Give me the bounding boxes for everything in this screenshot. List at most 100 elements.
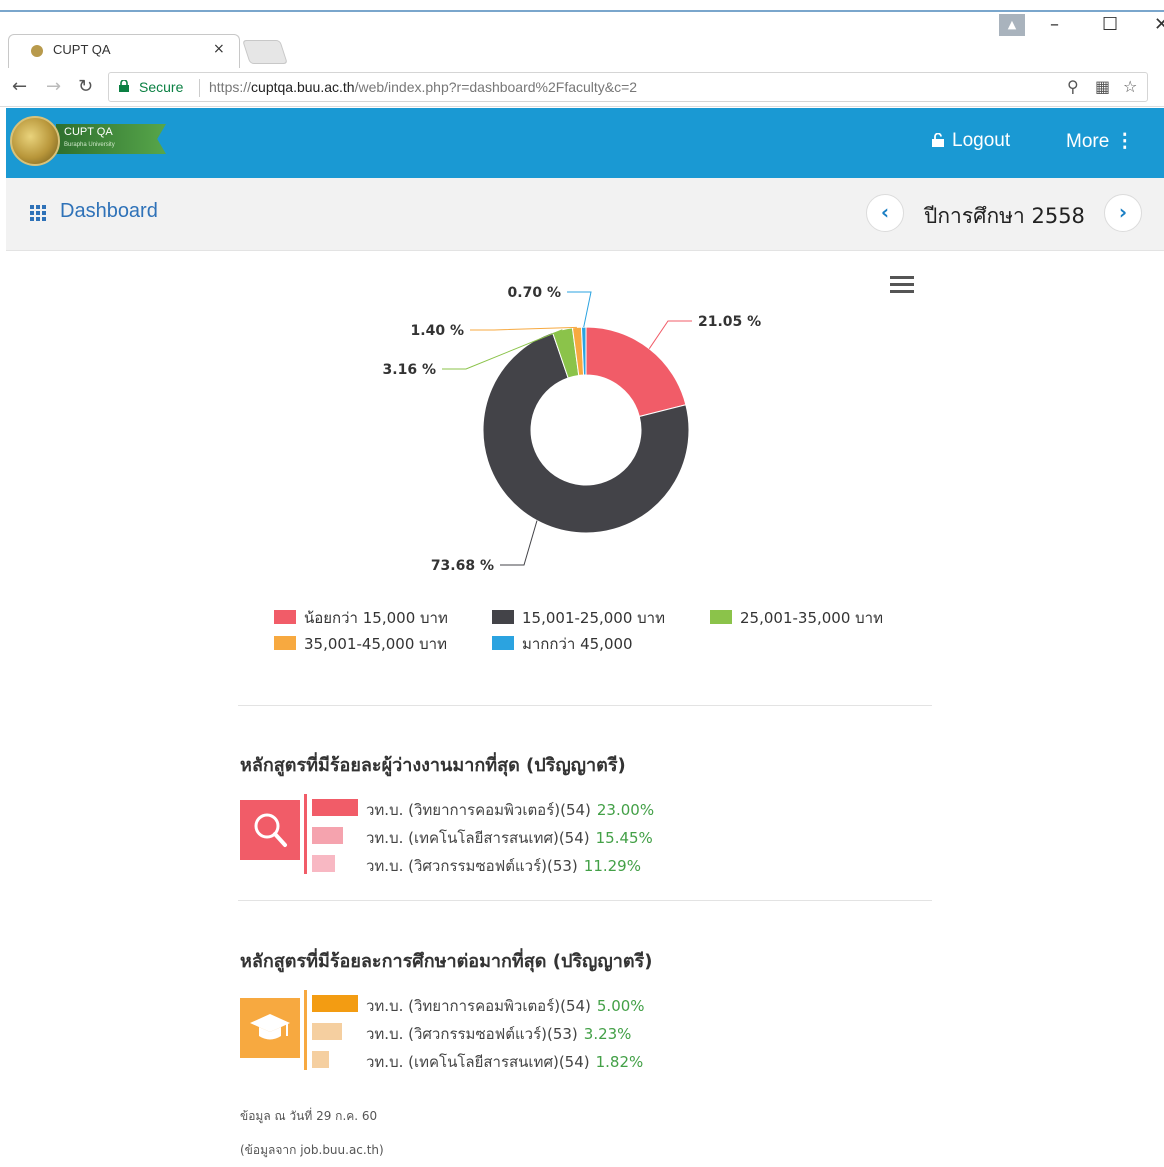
rank-bar	[312, 855, 335, 872]
program-name: วท.บ. (เทคโนโลยีสารสนเทศ)(54)	[366, 829, 590, 847]
bookmark-star-icon[interactable]: ☆	[1123, 77, 1137, 96]
browser-toolbar: ← → ↻ Secure https://cuptqa.buu.ac.th/we…	[0, 68, 1164, 107]
rank-bar	[312, 827, 343, 844]
chart-menu-icon[interactable]	[890, 276, 914, 294]
rank-label: วท.บ. (เทคโนโลยีสารสนเทศ)(54) 1.82%	[366, 1050, 643, 1074]
rank-percent: 15.45%	[595, 829, 653, 847]
legend-item-under-15000[interactable]: น้อยกว่า 15,000 บาท	[274, 606, 448, 630]
university-seal-logo[interactable]	[10, 116, 60, 166]
legend-label: 25,001-35,000 บาท	[740, 609, 883, 627]
data-label: 3.16 %	[383, 362, 436, 378]
legend-swatch	[492, 610, 514, 624]
zoom-icon[interactable]: ⚲	[1067, 77, 1079, 96]
program-name: วท.บ. (วิศวกรรมซอฟต์แวร์)(53)	[366, 1025, 578, 1043]
donut-slice[interactable]	[585, 326, 687, 418]
rank-bar	[312, 1051, 329, 1068]
rank-label: วท.บ. (วิทยาการคอมพิวเตอร์)(54) 5.00%	[366, 994, 645, 1018]
logout-button[interactable]: Logout	[932, 130, 1010, 152]
rank-label: วท.บ. (เทคโนโลยีสารสนเทศ)(54) 15.45%	[366, 826, 653, 850]
rank-bar	[312, 1023, 342, 1040]
legend-item-35001-45000[interactable]: 35,001-45,000 บาท	[274, 632, 447, 656]
legend-label: 15,001-25,000 บาท	[522, 609, 665, 627]
graduation-cap-icon	[240, 998, 300, 1058]
data-label-connector	[567, 291, 592, 328]
logo-text: CUPT QA	[64, 126, 113, 138]
legend-item-15001-25000[interactable]: 15,001-25,000 บาท	[492, 606, 665, 630]
address-bar[interactable]: Secure https://cuptqa.buu.ac.th/web/inde…	[108, 72, 1148, 102]
back-arrow-icon[interactable]: ←	[12, 76, 27, 97]
rank-percent: 23.00%	[596, 801, 655, 819]
address-separator	[199, 79, 200, 97]
more-menu-button[interactable]: More ⋮	[1066, 130, 1134, 153]
legend-swatch	[274, 610, 296, 624]
translate-icon[interactable]: ▦	[1095, 77, 1110, 96]
dashboard-subbar: Dashboard ‹ ปีการศึกษา 2558 ›	[6, 178, 1164, 251]
new-tab-button[interactable]	[242, 40, 288, 64]
rank-percent: 11.29%	[583, 857, 641, 875]
app-navbar: CUPT QA Burapha University Logout More ⋮	[6, 108, 1164, 178]
magnifier-icon	[240, 800, 300, 860]
program-name: วท.บ. (วิทยาการคอมพิวเตอร์)(54)	[366, 997, 591, 1015]
url-path: /web/index.php?r=dashboard%2Ffaculty&c=2	[354, 79, 638, 95]
reload-icon[interactable]: ↻	[78, 76, 93, 97]
forward-arrow-icon[interactable]: →	[46, 76, 61, 97]
unemployment-accent-bar	[304, 794, 307, 874]
window-border	[0, 10, 1164, 12]
rank-percent: 1.82%	[595, 1053, 644, 1071]
chevron-right-icon: ›	[1118, 200, 1128, 224]
tab-close-button[interactable]: ×	[213, 41, 225, 57]
legend-label: น้อยกว่า 15,000 บาท	[304, 609, 448, 627]
close-window-button[interactable]: ✕	[1154, 14, 1164, 35]
more-label: More	[1066, 131, 1110, 152]
user-profile-icon[interactable]: ▲	[999, 14, 1025, 36]
legend-item-over-45000[interactable]: มากกว่า 45,000	[492, 632, 633, 656]
data-label: 73.68 %	[431, 558, 494, 574]
salary-donut-chart: 21.05 % 73.68 % 3.16 % 1.40 % 0.70 %	[383, 285, 762, 574]
data-label: 1.40 %	[411, 323, 464, 339]
legend-label: 35,001-45,000 บาท	[304, 635, 447, 653]
url-text[interactable]: https://cuptqa.buu.ac.th/web/index.php?r…	[209, 79, 637, 95]
logout-label: Logout	[952, 130, 1011, 151]
url-scheme: https://	[209, 79, 252, 95]
program-name: วท.บ. (วิศวกรรมซอฟต์แวร์)(53)	[366, 857, 578, 875]
further-study-section-title: หลักสูตรที่มีร้อยละการศึกษาต่อมากที่สุด …	[240, 951, 653, 972]
maximize-button[interactable]: ☐	[1102, 14, 1118, 35]
program-name: วท.บ. (เทคโนโลยีสารสนเทศ)(54)	[366, 1053, 590, 1071]
rank-percent: 3.23%	[583, 1025, 632, 1043]
rank-percent: 5.00%	[596, 997, 645, 1015]
unemployment-section-title: หลักสูตรที่มีร้อยละผู้ว่างงานมากที่สุด (…	[240, 755, 626, 776]
favicon-icon	[31, 45, 43, 57]
section-divider	[238, 900, 932, 901]
logo-subtext: Burapha University	[64, 142, 115, 148]
grid-icon	[30, 205, 48, 221]
rank-label: วท.บ. (วิทยาการคอมพิวเตอร์)(54) 23.00%	[366, 798, 654, 822]
legend-swatch	[710, 610, 732, 624]
secure-label: Secure	[139, 79, 184, 95]
rank-bar	[312, 799, 358, 816]
dashboard-link[interactable]: Dashboard	[60, 200, 158, 223]
vertical-dots-icon: ⋮	[1115, 131, 1135, 152]
minimize-button[interactable]: –	[1050, 14, 1059, 35]
academic-year-label: ปีการศึกษา 2558	[924, 204, 1085, 228]
unlock-icon	[932, 133, 944, 147]
legend-item-25001-35000[interactable]: 25,001-35,000 บาท	[710, 606, 883, 630]
browser-titlebar: CUPT QA × ▲ – ☐ ✕	[0, 0, 1164, 68]
data-label: 0.70 %	[508, 285, 561, 301]
chevron-left-icon: ‹	[880, 200, 890, 224]
program-name: วท.บ. (วิทยาการคอมพิวเตอร์)(54)	[366, 801, 591, 819]
data-label-connector	[500, 520, 538, 566]
data-date-note: ข้อมูล ณ วันที่ 29 ก.ค. 60	[240, 1109, 378, 1123]
lock-icon	[119, 80, 129, 92]
data-label: 21.05 %	[698, 314, 761, 330]
section-divider	[238, 705, 932, 706]
browser-tab[interactable]: CUPT QA ×	[8, 34, 240, 68]
rank-label: วท.บ. (วิศวกรรมซอฟต์แวร์)(53) 11.29%	[366, 854, 641, 878]
data-source-note: (ข้อมูลจาก job.buu.ac.th)	[240, 1143, 384, 1157]
legend-label: มากกว่า 45,000	[522, 635, 633, 653]
prev-year-button[interactable]: ‹	[866, 194, 904, 232]
next-year-button[interactable]: ›	[1104, 194, 1142, 232]
tab-title: CUPT QA	[53, 42, 111, 57]
legend-swatch	[492, 636, 514, 650]
rank-label: วท.บ. (วิศวกรรมซอฟต์แวร์)(53) 3.23%	[366, 1022, 631, 1046]
rank-bar	[312, 995, 358, 1012]
